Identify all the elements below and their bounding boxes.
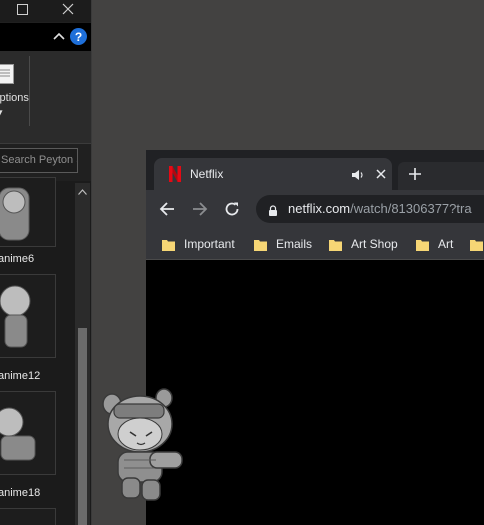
bookmark-art[interactable]: Art xyxy=(416,236,453,252)
vertical-scrollbar[interactable] xyxy=(75,183,90,525)
back-button[interactable] xyxy=(156,198,178,220)
character-thumbnail-icon xyxy=(0,285,31,348)
scroll-up-button[interactable] xyxy=(75,186,90,198)
close-icon xyxy=(376,169,386,179)
options-button-label[interactable]: Options xyxy=(0,92,29,104)
folder-icon xyxy=(162,238,175,251)
url-domain: netflix.com xyxy=(288,201,351,216)
file-name[interactable]: anime6 xyxy=(0,253,34,265)
explorer-title-bar xyxy=(0,0,91,22)
new-tab-button[interactable] xyxy=(404,163,426,185)
url-text[interactable]: netflix.com/watch/81306377?tra xyxy=(288,201,472,216)
chevron-up-icon xyxy=(53,27,65,45)
url-path: /watch/81306377?tra xyxy=(350,201,472,216)
arrow-right-icon xyxy=(193,202,208,216)
reload-icon xyxy=(225,202,239,216)
file-explorer-window: ? Options ▾ Search Peyton Spac... anime6… xyxy=(0,0,92,525)
options-dropdown-indicator[interactable]: ▾ xyxy=(0,106,3,119)
file-name[interactable]: anime12 xyxy=(0,370,40,382)
bookmarks-bar: Important Emails Art Shop Art xyxy=(146,228,484,260)
character-thumbnail-icon xyxy=(0,407,36,461)
folder-icon xyxy=(416,238,429,251)
options-icon[interactable] xyxy=(0,64,14,84)
tab-strip: Netflix xyxy=(146,150,484,190)
file-thumbnail[interactable] xyxy=(0,508,56,525)
bookmark-label: Art Shop xyxy=(351,237,398,251)
maximize-button[interactable] xyxy=(7,0,37,22)
browser-window: Netflix netflix.com/watch/81306377?tra I… xyxy=(146,150,484,525)
lock-icon[interactable] xyxy=(268,203,278,216)
forward-button[interactable] xyxy=(189,198,211,220)
bookmark-label: Emails xyxy=(276,237,313,251)
tab-netflix[interactable]: Netflix xyxy=(154,158,392,190)
folder-icon xyxy=(254,238,267,251)
help-icon: ? xyxy=(74,29,83,44)
help-button[interactable]: ? xyxy=(70,28,87,45)
file-name[interactable]: anime18 xyxy=(0,487,40,499)
scrollbar-thumb[interactable] xyxy=(78,328,87,525)
bookmark-important[interactable]: Important xyxy=(162,236,235,252)
tab-close-button[interactable] xyxy=(373,166,389,182)
bookmark-label: Important xyxy=(184,237,235,251)
file-thumbnail[interactable] xyxy=(0,177,56,247)
maximize-icon xyxy=(16,2,28,20)
plus-icon xyxy=(409,168,421,180)
reload-button[interactable] xyxy=(221,198,243,220)
close-button[interactable] xyxy=(53,0,83,22)
video-player[interactable] xyxy=(146,260,484,525)
folder-icon xyxy=(329,238,342,251)
netflix-logo-icon xyxy=(168,165,182,183)
character-sticker-image xyxy=(94,386,188,504)
bookmark-art-shop[interactable]: Art Shop xyxy=(329,236,398,252)
browser-toolbar: netflix.com/watch/81306377?tra xyxy=(146,190,484,228)
address-bar[interactable]: netflix.com/watch/81306377?tra xyxy=(256,195,484,223)
file-thumbnail[interactable] xyxy=(0,274,56,358)
bookmark-emails[interactable]: Emails xyxy=(254,236,312,252)
search-input[interactable]: Search Peyton Spac... xyxy=(0,148,78,173)
close-icon xyxy=(62,2,74,20)
file-thumbnail[interactable] xyxy=(0,391,56,475)
folder-icon xyxy=(470,238,483,251)
bookmark-label: Art xyxy=(438,237,454,251)
character-thumbnail-icon xyxy=(0,187,30,241)
arrow-left-icon xyxy=(159,202,174,216)
collapse-ribbon-button[interactable] xyxy=(51,28,67,44)
bookmark-overflow[interactable] xyxy=(470,236,484,252)
tab-title: Netflix xyxy=(190,167,224,181)
ribbon-separator xyxy=(29,56,30,126)
speaker-icon[interactable] xyxy=(351,168,365,180)
